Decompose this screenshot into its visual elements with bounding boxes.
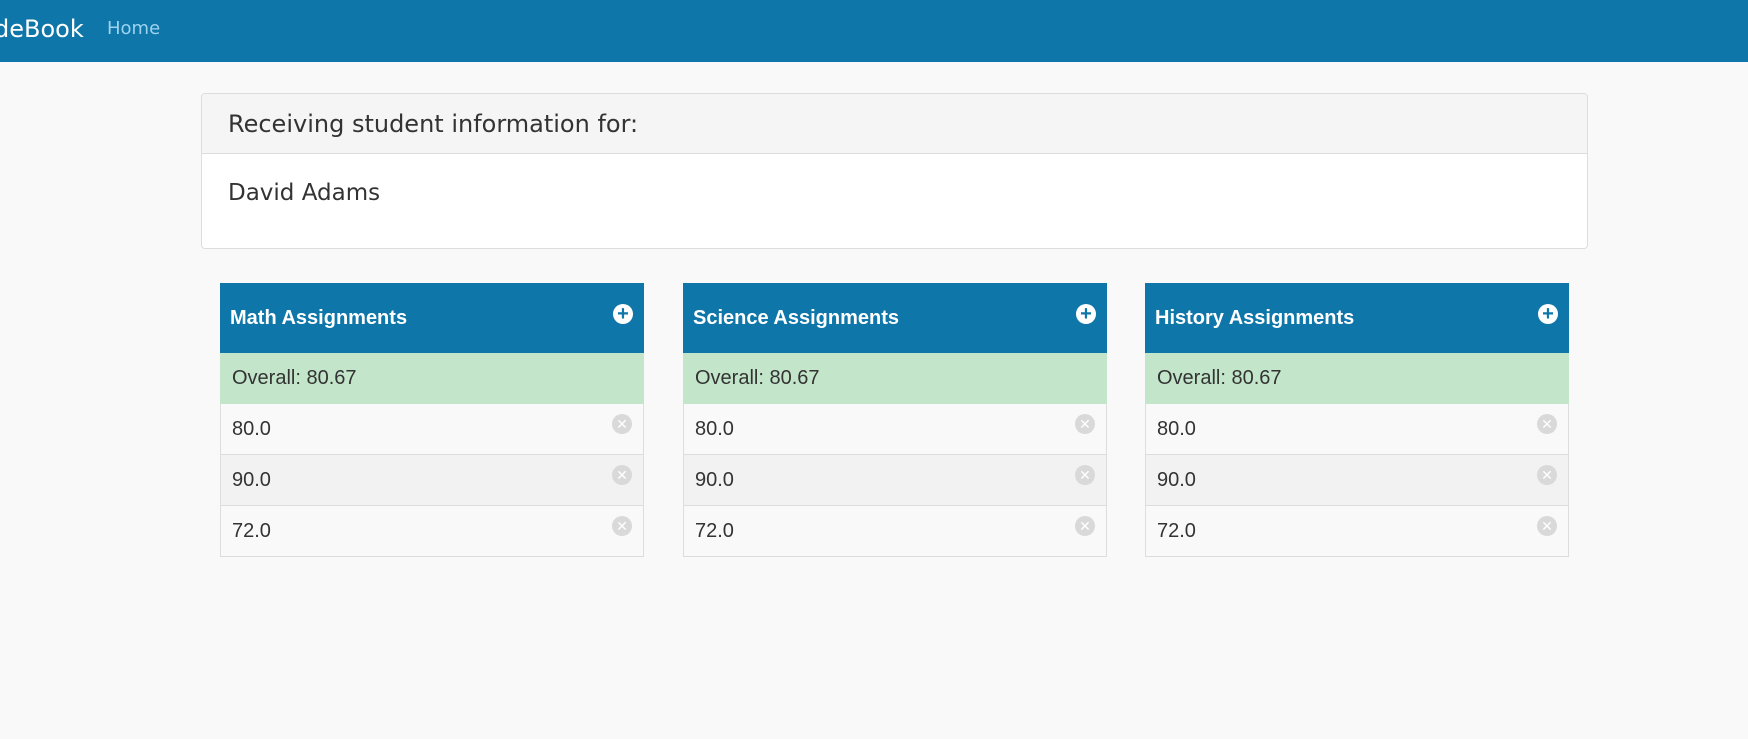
student-info-panel: Receiving student information for: David… xyxy=(201,93,1588,249)
top-navbar: deBook Home xyxy=(0,0,1748,62)
grade-row: 72.0 ✕ xyxy=(1145,506,1569,557)
grade-value: 72.0 xyxy=(232,520,271,542)
nav-home-link[interactable]: Home xyxy=(107,18,160,40)
x-circle-icon[interactable]: ✕ xyxy=(1075,414,1095,434)
grade-row: 90.0 ✕ xyxy=(1145,455,1569,506)
grade-value: 80.0 xyxy=(1157,418,1196,440)
x-circle-icon[interactable]: ✕ xyxy=(1537,465,1557,485)
history-assignments-card: History Assignments + Overall: 80.67 80.… xyxy=(1145,283,1569,557)
overall-grade: Overall: 80.67 xyxy=(1145,353,1569,404)
card-title: Math Assignments xyxy=(230,307,408,329)
grade-row: 72.0 ✕ xyxy=(683,506,1107,557)
card-title: Science Assignments xyxy=(693,307,900,329)
grade-value: 90.0 xyxy=(695,469,734,491)
card-header: Science Assignments + xyxy=(683,283,1107,353)
overall-grade: Overall: 80.67 xyxy=(683,353,1107,404)
grade-value: 80.0 xyxy=(232,418,271,440)
grade-row: 80.0 ✕ xyxy=(1145,404,1569,455)
x-circle-icon[interactable]: ✕ xyxy=(612,414,632,434)
x-circle-icon[interactable]: ✕ xyxy=(1537,516,1557,536)
plus-circle-icon[interactable]: + xyxy=(1076,304,1096,324)
grade-value: 72.0 xyxy=(1157,520,1196,542)
plus-circle-icon[interactable]: + xyxy=(1538,304,1558,324)
math-assignments-card: Math Assignments + Overall: 80.67 80.0 ✕… xyxy=(220,283,644,557)
grade-row: 80.0 ✕ xyxy=(683,404,1107,455)
x-circle-icon[interactable]: ✕ xyxy=(1075,465,1095,485)
brand-link[interactable]: deBook xyxy=(0,13,84,45)
grade-row: 90.0 ✕ xyxy=(683,455,1107,506)
x-circle-icon[interactable]: ✕ xyxy=(612,465,632,485)
student-name: David Adams xyxy=(228,180,381,206)
plus-circle-icon[interactable]: + xyxy=(613,304,633,324)
grade-value: 72.0 xyxy=(695,520,734,542)
grade-row: 90.0 ✕ xyxy=(220,455,644,506)
panel-heading: Receiving student information for: xyxy=(202,94,1587,154)
grade-row: 80.0 ✕ xyxy=(220,404,644,455)
grade-row: 72.0 ✕ xyxy=(220,506,644,557)
x-circle-icon[interactable]: ✕ xyxy=(1537,414,1557,434)
x-circle-icon[interactable]: ✕ xyxy=(1075,516,1095,536)
card-header: History Assignments + xyxy=(1145,283,1569,353)
card-title: History Assignments xyxy=(1155,307,1355,329)
x-circle-icon[interactable]: ✕ xyxy=(612,516,632,536)
science-assignments-card: Science Assignments + Overall: 80.67 80.… xyxy=(683,283,1107,557)
grade-value: 90.0 xyxy=(1157,469,1196,491)
overall-grade: Overall: 80.67 xyxy=(220,353,644,404)
card-header: Math Assignments + xyxy=(220,283,644,353)
grade-value: 80.0 xyxy=(695,418,734,440)
grade-value: 90.0 xyxy=(232,469,271,491)
